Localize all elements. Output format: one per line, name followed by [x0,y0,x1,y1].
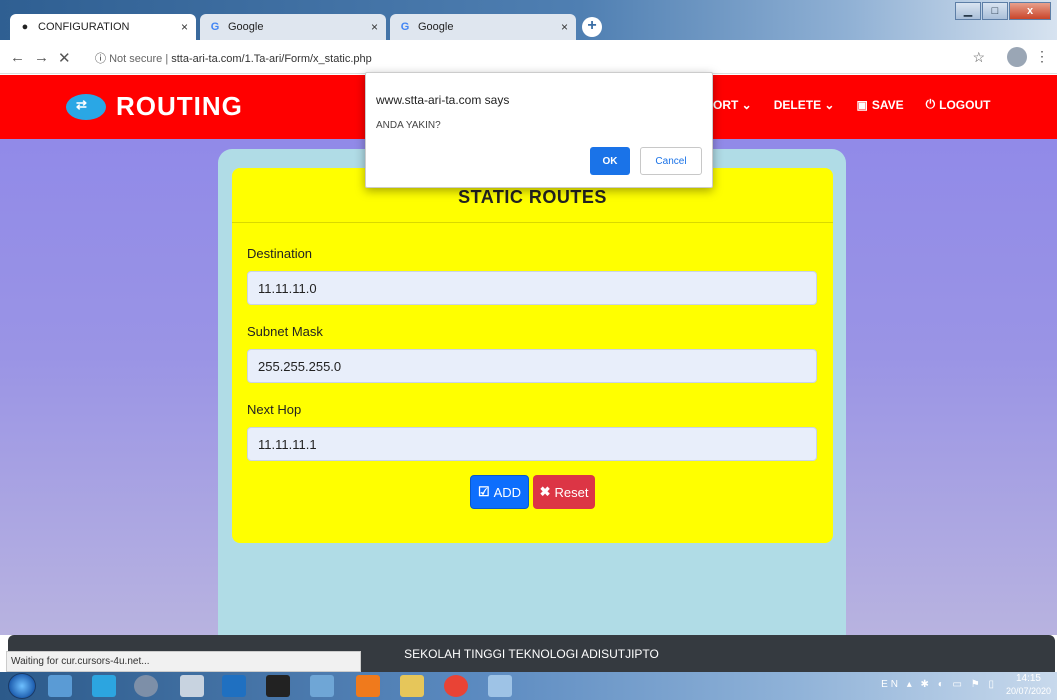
clock-date: 20/07/2020 [1005,686,1051,696]
clock[interactable]: 14:15 20/07/2020 [1006,673,1051,697]
bookmark-star-icon[interactable]: ☆ [972,49,985,66]
clock-time: 14:15 [1015,673,1041,684]
tab-close-icon[interactable]: × [561,20,568,34]
chevron-down-icon: ⌄ [738,97,752,112]
profile-avatar[interactable] [1007,47,1027,67]
windows-taskbar: EN ▴ ✱ ◐ ▭ ⚑ ▯ 14:15 20/07/2020 [0,672,1057,700]
static-routes-card: STATIC ROUTES Destination Subnet Mask Ne… [232,168,833,543]
forward-arrow-icon[interactable]: → [34,49,49,66]
reset-button-label: Reset [554,484,589,500]
dialog-title: www.stta-ari-ta.com says [376,93,510,107]
next-hop-label: Next Hop [247,402,302,417]
dialog-cancel-button[interactable]: Cancel [640,147,702,175]
floppy-disk-icon: ▣ [856,97,868,112]
close-window-button[interactable]: x [1009,2,1051,20]
menu-item-save[interactable]: ▣ SAVE [856,97,903,112]
dialog-ok-button[interactable]: OK [590,147,630,175]
minimize-button[interactable]: ▁ [955,2,981,20]
add-button-label: ADD [493,484,522,500]
menu-label: LOGOUT [939,97,991,112]
brand-title: ROUTING [116,91,243,121]
menu-item-logout[interactable]: ⏻ LOGOUT [926,97,991,112]
chrome-icon[interactable] [444,675,468,697]
tab-google-1[interactable]: G Google × [200,14,386,40]
google-icon: G [210,21,220,33]
confirm-dialog: www.stta-ari-ta.com says ANDA YAKIN? OK … [365,72,713,188]
mendeley-icon[interactable] [222,675,246,697]
maximize-button[interactable]: □ [982,2,1008,20]
add-button[interactable]: ☑ ADD [470,475,529,509]
google-icon: G [400,21,410,33]
menu-item-delete[interactable]: DELETE ⌄ [774,97,835,112]
destination-label: Destination [247,246,313,261]
snipping-tool-icon[interactable] [180,675,204,697]
terminal-icon[interactable] [266,675,290,697]
router-icon: ⇄ [66,93,106,120]
file-explorer-icon[interactable] [400,675,424,697]
telegram-icon[interactable] [92,675,116,697]
tab-google-2[interactable]: G Google × [390,14,576,40]
security-label: Not secure [109,53,163,65]
nav-menu: PORT ⌄ DELETE ⌄ ▣ SAVE ⏻ LOGOUT [705,97,1012,112]
tab-title: Google [228,21,264,33]
menu-label: DELETE [773,97,822,112]
network-icon[interactable] [310,675,334,697]
info-icon[interactable]: ⓘ [95,53,106,65]
sublime-text-icon[interactable] [356,675,380,697]
next-hop-input[interactable] [247,427,817,461]
tab-title: Google [418,21,454,33]
menu-label: SAVE [871,97,904,112]
window-controls: ▁ □ x [954,2,1051,20]
brand[interactable]: ⇄ ROUTING [66,91,243,122]
dialog-message: ANDA YAKIN? [376,120,441,131]
language-indicator[interactable]: EN [881,679,901,690]
start-button[interactable] [8,673,36,699]
checkbox-check-icon: ☑ [477,484,490,499]
kebab-menu-icon[interactable]: ⋮ [1035,48,1049,65]
x-icon: ✖ [539,484,551,499]
paint-icon[interactable] [488,675,512,697]
back-arrow-icon[interactable]: ← [10,49,25,66]
app-icon[interactable] [134,675,158,697]
subnet-mask-input[interactable] [247,349,817,383]
tab-close-icon[interactable]: × [371,20,378,34]
url-text: stta-ari-ta.com/1.Ta-ari/Form/x_static.p… [171,53,372,65]
chevron-down-icon: ⌄ [821,97,835,112]
subnet-mask-label: Subnet Mask [247,324,323,339]
browser-status-bar: Waiting for cur.cursors-4u.net... [6,651,361,672]
reset-button[interactable]: ✖ Reset [533,475,595,509]
card-title: STATIC ROUTES [458,187,607,207]
tab-configuration[interactable]: ● CONFIGURATION × [10,14,196,40]
power-icon: ⏻ [925,97,936,111]
router-favicon-icon: ● [21,21,29,33]
url-field[interactable]: ⓘ Not secure | stta-ari-ta.com/1.Ta-ari/… [95,50,372,66]
calculator-icon[interactable] [48,675,72,697]
tab-close-icon[interactable]: × [181,20,188,34]
system-tray[interactable]: EN ▴ ✱ ◐ ▭ ⚑ ▯ [881,679,997,690]
address-bar: ← → ✕ ⓘ Not secure | stta-ari-ta.com/1.T… [0,40,1057,74]
browser-tab-strip: ● CONFIGURATION × G Google × G Google × … [0,0,1057,40]
destination-input[interactable] [247,271,817,305]
tab-title: CONFIGURATION [38,21,130,33]
stop-loading-icon[interactable]: ✕ [58,49,71,67]
new-tab-button[interactable]: + [582,17,602,37]
